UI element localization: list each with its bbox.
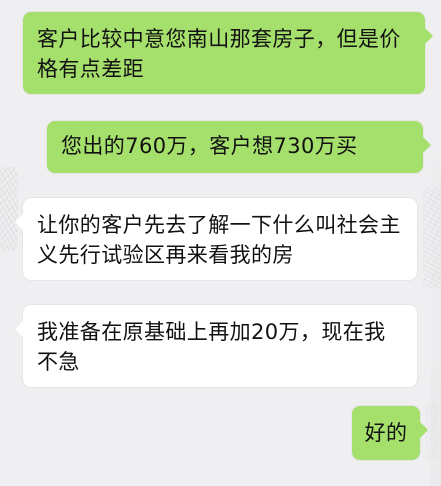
bubble-tail [15,321,23,337]
message-bubble[interactable]: 好的 [352,406,428,460]
message-text: 让你的客户先去了解一下什么叫社会主义先行试验区再来看我的房 [37,213,401,267]
message-bubble[interactable]: 让你的客户先去了解一下什么叫社会主义先行试验区再来看我的房 [15,198,417,280]
message-outgoing: 您出的760万，客户想730万买 [47,121,431,173]
message-bubble[interactable]: 客户比较中意您南山那套房子，但是价格有点差距 [23,12,433,94]
bubble-tail [420,422,428,438]
message-incoming: 我准备在原基础上再加20万，现在我不急 [15,305,417,387]
message-text: 您出的760万，客户想730万买 [61,134,358,158]
bubble-tail [425,28,433,44]
background-texture-mark [0,167,18,251]
message-incoming: 让你的客户先去了解一下什么叫社会主义先行试验区再来看我的房 [15,198,417,280]
message-outgoing: 客户比较中意您南山那套房子，但是价格有点差距 [23,12,433,94]
right-edge-shadow [431,0,441,486]
bubble-tail [15,214,23,230]
message-text: 好的 [364,421,408,445]
message-bubble[interactable]: 您出的760万，客户想730万买 [47,121,431,173]
message-text: 我准备在原基础上再加20万，现在我不急 [37,320,386,374]
chat-conversation: 客户比较中意您南山那套房子，但是价格有点差距 您出的760万，客户想730万买 … [0,0,441,486]
message-outgoing: 好的 [352,406,428,460]
bubble-tail [423,137,431,153]
message-bubble[interactable]: 我准备在原基础上再加20万，现在我不急 [15,305,417,387]
message-text: 客户比较中意您南山那套房子，但是价格有点差距 [37,27,401,81]
